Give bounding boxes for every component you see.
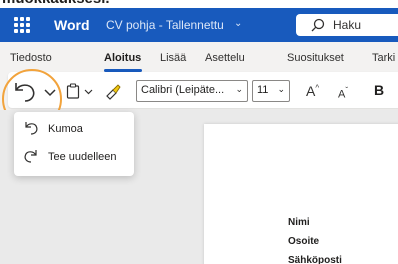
font-name-select[interactable]: Calibri (Leipäte... ⌄: [136, 80, 248, 102]
font-size-value: 11: [257, 84, 269, 96]
app-launcher-icon[interactable]: [14, 17, 30, 33]
chevron-down-icon[interactable]: ⌄: [234, 18, 242, 29]
grow-font-button[interactable]: A^: [306, 83, 319, 99]
redo-icon: [24, 150, 37, 163]
doc-line-name[interactable]: Nimi: [288, 217, 310, 228]
bold-button[interactable]: B: [374, 82, 384, 98]
undo-dropdown-menu: Kumoa Tee uudelleen: [14, 112, 134, 176]
undo-icon: [25, 122, 38, 135]
grow-font-label: A: [306, 83, 316, 99]
doc-line-email[interactable]: Sähköposti: [288, 255, 342, 264]
chevron-down-icon: ⌄: [277, 84, 285, 94]
tab-suositukset[interactable]: Suositukset: [287, 52, 344, 64]
document-title[interactable]: CV pohja - Tallennettu: [106, 18, 224, 32]
font-size-select[interactable]: 11 ⌄: [252, 80, 290, 102]
search-box[interactable]: Haku: [296, 14, 398, 36]
tab-lisaa[interactable]: Lisää: [160, 52, 186, 64]
tab-asettelu[interactable]: Asettelu: [205, 52, 245, 64]
tab-aloitus[interactable]: Aloitus: [104, 52, 141, 64]
tab-tiedosto[interactable]: Tiedosto: [10, 52, 52, 64]
chevron-down-icon: ⌄: [235, 84, 243, 94]
search-icon: [311, 18, 325, 32]
clipped-heading: muokkauksesi.: [0, 0, 398, 8]
title-bar: Word CV pohja - Tallennettu ⌄ Haku: [0, 8, 398, 42]
paste-dropdown-chevron-icon[interactable]: [84, 89, 93, 95]
ribbon-tabs: Tiedosto Aloitus Lisää Asettelu Suosituk…: [0, 42, 398, 72]
menu-item-tee-uudelleen[interactable]: Tee uudelleen: [14, 144, 134, 170]
menu-item-kumoa[interactable]: Kumoa: [14, 116, 134, 142]
app-name[interactable]: Word: [54, 17, 90, 33]
menu-item-label: Kumoa: [48, 123, 83, 135]
tab-tarkista[interactable]: Tarki: [372, 52, 395, 64]
search-input[interactable]: Haku: [333, 18, 361, 32]
shrink-font-button[interactable]: Aˇ: [338, 86, 348, 101]
format-painter-icon[interactable]: [104, 82, 122, 100]
paste-icon[interactable]: [66, 83, 80, 99]
menu-item-label: Tee uudelleen: [48, 151, 117, 163]
doc-line-address[interactable]: Osoite: [288, 236, 319, 247]
font-name-value: Calibri (Leipäte...: [141, 84, 225, 96]
